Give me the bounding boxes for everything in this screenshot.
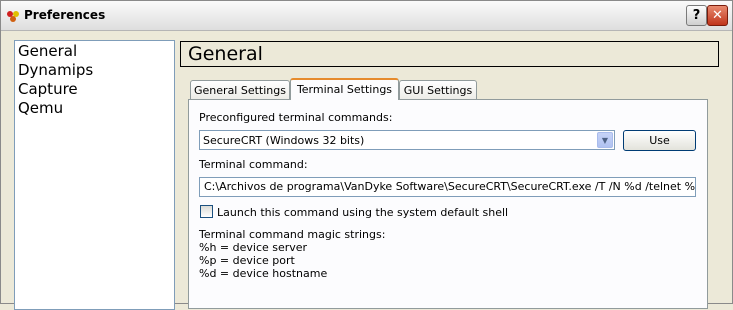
tab-general-settings[interactable]: General Settings xyxy=(190,80,290,100)
preconfigured-select-value: SecureCRT (Windows 32 bits) xyxy=(203,134,365,147)
magic-strings-title: Terminal command magic strings: xyxy=(199,228,386,241)
category-item-capture[interactable]: Capture xyxy=(18,80,78,99)
help-button[interactable]: ? xyxy=(686,5,707,26)
preconfigured-select[interactable]: SecureCRT (Windows 32 bits) ▼ xyxy=(199,130,615,150)
category-list[interactable]: General Dynamips Capture Qemu xyxy=(14,40,175,310)
magic-string-item: %p = device port xyxy=(199,254,295,267)
section-header: General xyxy=(180,41,719,67)
close-button[interactable]: ✕ xyxy=(707,5,728,26)
default-shell-checkbox[interactable] xyxy=(200,205,213,218)
tab-terminal-settings[interactable]: Terminal Settings xyxy=(290,78,399,100)
default-shell-label[interactable]: Launch this command using the system def… xyxy=(217,206,508,219)
category-item-dynamips[interactable]: Dynamips xyxy=(18,61,93,80)
magic-string-item: %d = device hostname xyxy=(199,267,328,280)
category-item-qemu[interactable]: Qemu xyxy=(18,99,63,118)
terminal-command-input[interactable]: C:\Archivos de programa\VanDyke Software… xyxy=(199,177,696,197)
magic-string-item: %h = device server xyxy=(199,241,308,254)
window-title: Preferences xyxy=(24,8,106,22)
preferences-window: Preferences ? ✕ General Dynamips Capture… xyxy=(0,0,733,310)
tab-gui-settings[interactable]: GUI Settings xyxy=(399,80,477,100)
category-item-general[interactable]: General xyxy=(18,42,77,61)
preconfigured-label: Preconfigured terminal commands: xyxy=(199,111,393,124)
title-bar[interactable]: Preferences ? ✕ xyxy=(1,1,732,31)
terminal-command-label: Terminal command: xyxy=(199,158,308,171)
chevron-down-icon[interactable]: ▼ xyxy=(597,132,613,148)
use-button[interactable]: Use xyxy=(623,130,696,151)
section-title: General xyxy=(188,43,263,65)
app-icon xyxy=(7,11,19,22)
